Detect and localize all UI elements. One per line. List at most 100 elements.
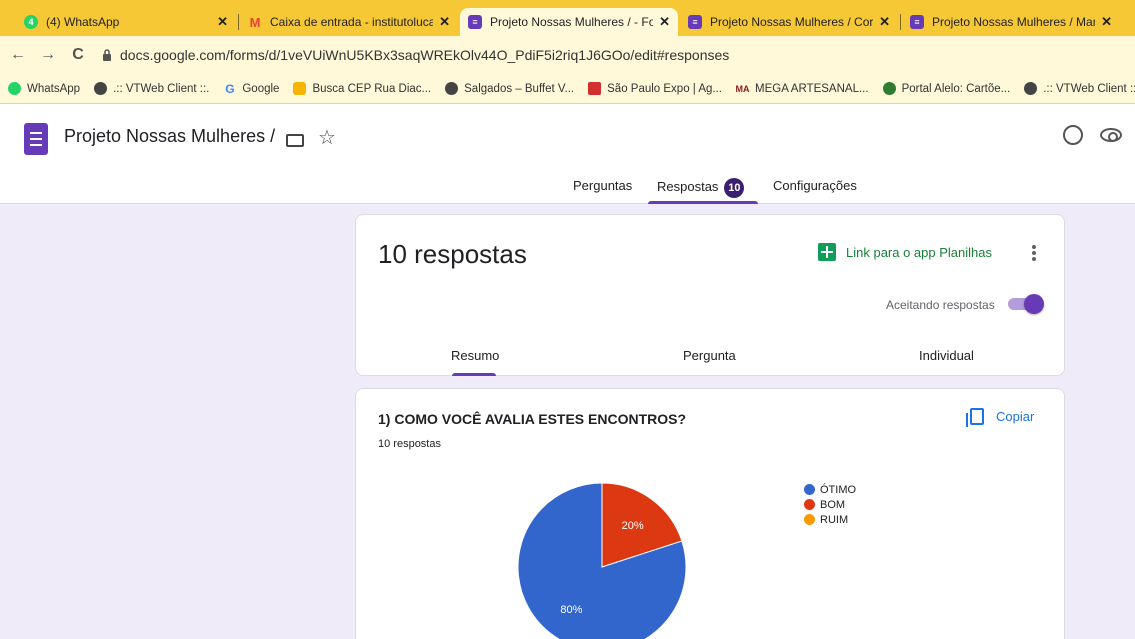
bookmark-mega[interactable]: MA MEGA ARTESANAL... [736,82,869,95]
legend-label: RUIM [820,513,849,526]
browser-tab-forms-active[interactable]: ≡ Projeto Nossas Mulheres / - Form ✕ [460,8,678,36]
bookmark-label: Salgados – Buffet V... [464,82,575,95]
globe-icon [445,82,459,95]
pie-slice-label: 80% [560,604,582,616]
subtab-individual[interactable]: Individual [919,348,974,363]
tab-title: Projeto Nossas Mulheres / Manic [932,15,1096,29]
legend-swatch [804,499,815,510]
browser-tab-forms-manic[interactable]: ≡ Projeto Nossas Mulheres / Manic ✕ [902,8,1120,36]
browser-tab-whatsapp[interactable]: 4 (4) WhatsApp ✕ [16,8,236,36]
forms-icon: ≡ [688,15,702,29]
url-field[interactable]: docs.google.com/forms/d/1veVUiWnU5KBx3sa… [102,47,729,63]
bookmark-vtweb[interactable]: .:: VTWeb Client ::. [94,82,209,95]
tab-title: Projeto Nossas Mulheres / Corte [710,15,874,29]
reload-icon[interactable]: C [66,43,90,67]
bookmark-label: .:: VTWeb Client ::. [1043,82,1135,95]
tab-respostas[interactable]: Respostas 10 [657,178,745,198]
bookmark-label: São Paulo Expo | Ag... [607,82,722,95]
globe-icon [94,82,108,95]
google-forms-icon[interactable] [24,123,48,155]
forms-header: Projeto Nossas Mulheres / ☆ Perguntas Re… [0,104,1135,204]
tab-respostas-label: Respostas [657,179,719,194]
bookmark-salgados[interactable]: Salgados – Buffet V... [445,82,574,95]
responses-count-badge: 10 [724,178,745,198]
legend-item-bom: BOM [804,497,856,512]
gmail-icon: M [249,14,261,30]
preview-eye-icon[interactable] [1100,128,1122,142]
close-icon[interactable]: ✕ [879,14,890,30]
copy-icon [966,408,984,427]
sheets-link-label: Link para o app Planilhas [846,244,992,260]
bookmark-label: WhatsApp [27,82,81,95]
expo-icon [588,82,602,95]
accepting-responses-label: Aceitando respostas [886,298,995,312]
copy-chart-button[interactable]: Copiar [966,408,1035,427]
cep-icon [293,82,307,95]
copy-label: Copiar [996,409,1035,424]
question-summary-card: 1) COMO VOCÊ AVALIA ESTES ENCONTROS? 10 … [355,388,1065,639]
alelo-icon [882,82,896,95]
pie-slice-label: 20% [622,520,644,532]
subtab-resumo[interactable]: Resumo [451,348,499,363]
bookmark-whatsapp[interactable]: WhatsApp [8,82,80,95]
palette-icon[interactable] [1063,125,1083,145]
form-title[interactable]: Projeto Nossas Mulheres / [64,126,275,147]
star-icon[interactable]: ☆ [318,125,336,150]
bookmark-label: Busca CEP Rua Diac... [312,82,432,95]
tab-title: Caixa de entrada - institutolucas [270,15,434,29]
bookmark-cep[interactable]: Busca CEP Rua Diac... [293,82,431,95]
legend-item-ruim: RUIM [804,512,856,527]
close-icon[interactable]: ✕ [217,14,228,30]
tab-divider [238,14,239,30]
legend-swatch [804,484,815,495]
legend-label: BOM [820,498,846,511]
globe-icon [1024,82,1038,95]
lock-icon [103,49,111,61]
whatsapp-icon: 4 [24,15,38,29]
pie-chart: 20% 80% [517,482,687,639]
sheets-link-button[interactable]: Link para o app Planilhas [818,243,992,261]
form-tabs: Perguntas Respostas 10 Configurações [0,174,1135,204]
bookmarks-bar: WhatsApp .:: VTWeb Client ::. G Google Bu… [0,74,1135,104]
legend-label: ÓTIMO [820,483,857,496]
close-icon[interactable]: ✕ [1101,14,1112,30]
browser-tab-gmail[interactable]: M Caixa de entrada - institutolucas ✕ [240,8,458,36]
bookmark-alelo[interactable]: Portal Alelo: Cartõe... [882,82,1011,95]
tab-configuracoes[interactable]: Configurações [773,178,857,193]
forward-arrow-icon[interactable]: → [36,43,60,67]
bookmark-expo[interactable]: São Paulo Expo | Ag... [588,82,722,95]
close-icon[interactable]: ✕ [439,14,450,30]
responses-count-heading: 10 respostas [378,239,527,269]
browser-tab-forms-corte[interactable]: ≡ Projeto Nossas Mulheres / Corte ✕ [680,8,898,36]
bookmark-google[interactable]: G Google [223,81,280,96]
tab-title: (4) WhatsApp [46,15,120,29]
bookmark-label: MEGA ARTESANAL... [755,82,869,95]
bookmark-label: Portal Alelo: Cartõe... [901,82,1011,95]
bookmark-vtweb-2[interactable]: .:: VTWeb Client ::. [1024,82,1135,95]
back-arrow-icon[interactable]: ← [6,43,30,67]
subtab-pergunta[interactable]: Pergunta [683,348,736,363]
mega-icon: MA [735,83,750,94]
legend-item-ótimo: ÓTIMO [804,482,856,497]
forms-icon: ≡ [468,15,482,29]
accepting-responses-toggle[interactable] [1008,294,1044,314]
legend-swatch [804,514,815,525]
bookmark-label: Google [242,82,280,95]
question-title: 1) COMO VOCÊ AVALIA ESTES ENCONTROS? [378,411,687,427]
address-bar: ← → C docs.google.com/forms/d/1veVUiWnU5… [0,36,1135,74]
more-options-icon[interactable] [1032,245,1036,261]
bookmark-label: .:: VTWeb Client ::. [113,82,210,95]
tab-divider [900,14,901,30]
whatsapp-icon [8,82,21,95]
chart-legend: ÓTIMO BOM RUIM [804,482,856,527]
forms-icon: ≡ [910,15,924,29]
google-icon: G [225,81,235,96]
responses-summary-card: 10 respostas Link para o app Planilhas A… [355,214,1065,376]
active-subtab-indicator [452,373,496,376]
tab-perguntas[interactable]: Perguntas [573,178,632,193]
question-responses-count: 10 respostas [378,438,441,450]
folder-icon[interactable] [286,134,304,147]
toggle-knob [1024,294,1044,314]
sheets-icon [818,243,836,261]
close-icon[interactable]: ✕ [659,14,670,30]
